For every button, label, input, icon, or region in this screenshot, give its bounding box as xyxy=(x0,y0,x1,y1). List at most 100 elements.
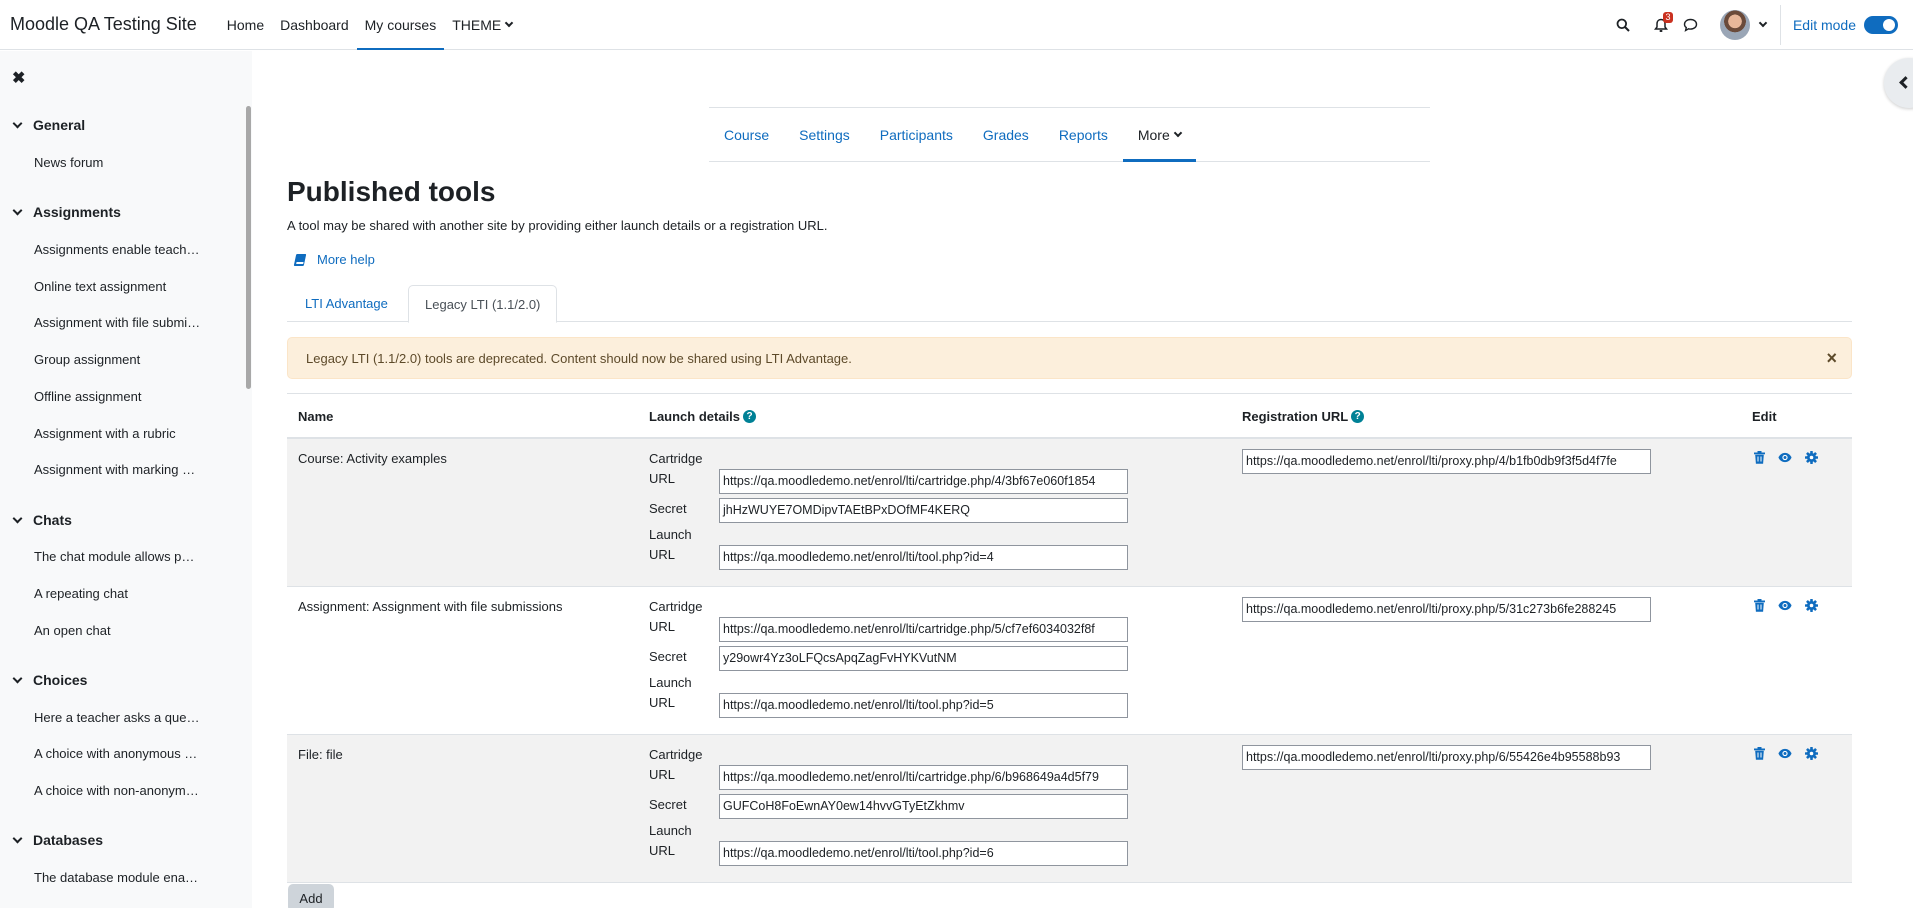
tab-legacy-lti[interactable]: Legacy LTI (1.1/2.0) xyxy=(408,285,558,323)
registration-url-field[interactable]: https://qa.moodledemo.net/enrol/lti/prox… xyxy=(1242,597,1651,622)
deprecation-alert: Legacy LTI (1.1/2.0) tools are deprecate… xyxy=(287,337,1852,379)
eye-icon[interactable] xyxy=(1778,598,1792,612)
edit-mode-label: Edit mode xyxy=(1792,17,1856,33)
nav-my-courses[interactable]: My courses xyxy=(356,0,445,50)
label-url: URL xyxy=(649,767,676,782)
section-choices[interactable]: Choices xyxy=(12,672,88,688)
row-actions xyxy=(1752,598,1818,612)
more-help-link[interactable]: More help xyxy=(293,252,375,267)
launch-url-field[interactable]: https://qa.moodledemo.net/enrol/lti/tool… xyxy=(719,693,1128,718)
cartridge-url-field[interactable]: https://qa.moodledemo.net/enrol/lti/cart… xyxy=(719,617,1128,642)
tool-name: Course: Activity examples xyxy=(298,451,447,466)
search-button[interactable] xyxy=(1608,10,1638,40)
activity-link[interactable]: An open chat xyxy=(34,623,210,638)
notifications-button[interactable]: 3 xyxy=(1646,10,1676,40)
edit-mode-toggle[interactable] xyxy=(1864,16,1898,34)
activity-link[interactable]: A choice with anonymous … xyxy=(34,746,210,761)
secret-label: Secret xyxy=(649,501,687,516)
help-icon[interactable]: ? xyxy=(743,410,757,423)
launch-url-field[interactable]: https://qa.moodledemo.net/enrol/lti/tool… xyxy=(719,841,1128,866)
secret-field[interactable]: jhHzWUYE7OMDipvTAEtBPxDOfMF4KERQ xyxy=(719,498,1128,523)
table-row: Course: Activity examples Cartridge URL h… xyxy=(287,439,1852,587)
activity-link[interactable]: The database module ena… xyxy=(34,870,210,885)
table-row: File: file Cartridge URL https://qa.moodl… xyxy=(287,735,1852,883)
section-title: Databases xyxy=(33,832,104,848)
activity-link[interactable]: Assignment with marking … xyxy=(34,462,210,477)
cartridge-url-field[interactable]: https://qa.moodledemo.net/enrol/lti/cart… xyxy=(719,469,1128,494)
secnav-course[interactable]: Course xyxy=(709,108,784,161)
tab-lti-advantage[interactable]: LTI Advantage xyxy=(289,285,404,322)
column-header-launch-label: Launch details xyxy=(649,409,741,424)
chevron-down-icon xyxy=(12,673,23,683)
trash-icon[interactable] xyxy=(1752,746,1766,760)
secnav-more-label: More xyxy=(1137,126,1170,143)
activity-link[interactable]: Assignments enable teach… xyxy=(34,242,210,257)
close-icon[interactable]: ✖ xyxy=(12,68,25,88)
launch-url-label: Launch URL xyxy=(649,525,692,565)
activity-link[interactable]: A choice with non-anonym… xyxy=(34,783,210,798)
launch-url-field[interactable]: https://qa.moodledemo.net/enrol/lti/tool… xyxy=(719,545,1128,570)
activity-link[interactable]: Online text assignment xyxy=(34,279,210,294)
close-icon[interactable]: × xyxy=(1826,349,1837,367)
secnav-more[interactable]: More xyxy=(1122,108,1196,162)
launch-url-label: Launch URL xyxy=(649,821,692,861)
add-button[interactable]: Add xyxy=(288,884,334,908)
registration-url-field[interactable]: https://qa.moodledemo.net/enrol/lti/prox… xyxy=(1242,449,1651,474)
gear-icon[interactable] xyxy=(1804,746,1818,760)
messages-button[interactable] xyxy=(1676,10,1706,40)
nav-theme[interactable]: THEME xyxy=(444,0,520,50)
registration-url-field[interactable]: https://qa.moodledemo.net/enrol/lti/prox… xyxy=(1242,745,1651,770)
help-icon[interactable]: ? xyxy=(1351,410,1365,423)
label-url: URL xyxy=(649,695,676,710)
column-header-edit: Edit xyxy=(1752,409,1777,424)
activity-link[interactable]: Offline assignment xyxy=(34,389,210,404)
cartridge-url-label: Cartridge URL xyxy=(649,745,702,785)
nav-dashboard[interactable]: Dashboard xyxy=(272,0,357,50)
activity-link[interactable]: Assignment with a rubric xyxy=(34,426,210,441)
open-block-drawer-button[interactable] xyxy=(1884,58,1913,108)
nav-home[interactable]: Home xyxy=(219,0,272,50)
label-launch: Launch xyxy=(649,823,692,838)
cartridge-url-label: Cartridge URL xyxy=(649,597,702,637)
chat-bubble-icon xyxy=(1684,18,1698,32)
drawer-scrollbar[interactable] xyxy=(246,106,251,389)
site-brand[interactable]: Moodle QA Testing Site xyxy=(10,14,197,35)
gear-icon[interactable] xyxy=(1804,598,1818,612)
secnav-reports[interactable]: Reports xyxy=(1044,108,1123,161)
section-assignments[interactable]: Assignments xyxy=(12,204,121,220)
tool-name: File: file xyxy=(298,747,343,762)
activity-link[interactable]: The chat module allows p… xyxy=(34,549,210,564)
gear-icon[interactable] xyxy=(1804,450,1818,464)
chevron-down-icon xyxy=(1173,128,1182,137)
section-databases[interactable]: Databases xyxy=(12,832,104,848)
trash-icon[interactable] xyxy=(1752,598,1766,612)
secret-field[interactable]: y29owr4Yz3oLFQcsApqZagFvHYKVutNM xyxy=(719,646,1128,671)
eye-icon[interactable] xyxy=(1778,450,1792,464)
chevron-down-icon xyxy=(12,513,23,523)
eye-icon[interactable] xyxy=(1778,746,1792,760)
trash-icon[interactable] xyxy=(1752,450,1766,464)
secnav-participants[interactable]: Participants xyxy=(865,108,968,161)
nav-theme-label: THEME xyxy=(452,16,502,33)
tool-name: Assignment: Assignment with file submiss… xyxy=(298,599,563,614)
activity-link[interactable]: A repeating chat xyxy=(34,586,210,601)
activity-link[interactable]: Assignment with file submi… xyxy=(34,315,210,330)
column-header-launch: Launch details? xyxy=(649,409,757,424)
section-title: Choices xyxy=(33,672,88,688)
chevron-down-icon[interactable] xyxy=(1758,18,1768,28)
chevron-down-icon xyxy=(504,18,514,27)
activity-link[interactable]: Here a teacher asks a que… xyxy=(34,710,210,725)
notification-count-badge: 3 xyxy=(1662,12,1673,23)
secret-label: Secret xyxy=(649,649,687,664)
section-general[interactable]: General xyxy=(12,117,85,133)
label-launch: Launch xyxy=(649,675,692,690)
lti-tabs: LTI Advantage Legacy LTI (1.1/2.0) xyxy=(287,285,1852,323)
activity-link[interactable]: Group assignment xyxy=(34,352,210,367)
user-avatar[interactable] xyxy=(1719,10,1750,40)
secnav-settings[interactable]: Settings xyxy=(784,108,865,161)
cartridge-url-field[interactable]: https://qa.moodledemo.net/enrol/lti/cart… xyxy=(719,765,1128,790)
secret-field[interactable]: GUFCoH8FoEwnAY0ew14hvvGTyEtZkhmv xyxy=(719,794,1128,819)
section-chats[interactable]: Chats xyxy=(12,512,72,528)
secnav-grades[interactable]: Grades xyxy=(968,108,1044,161)
activity-link[interactable]: News forum xyxy=(34,155,210,170)
